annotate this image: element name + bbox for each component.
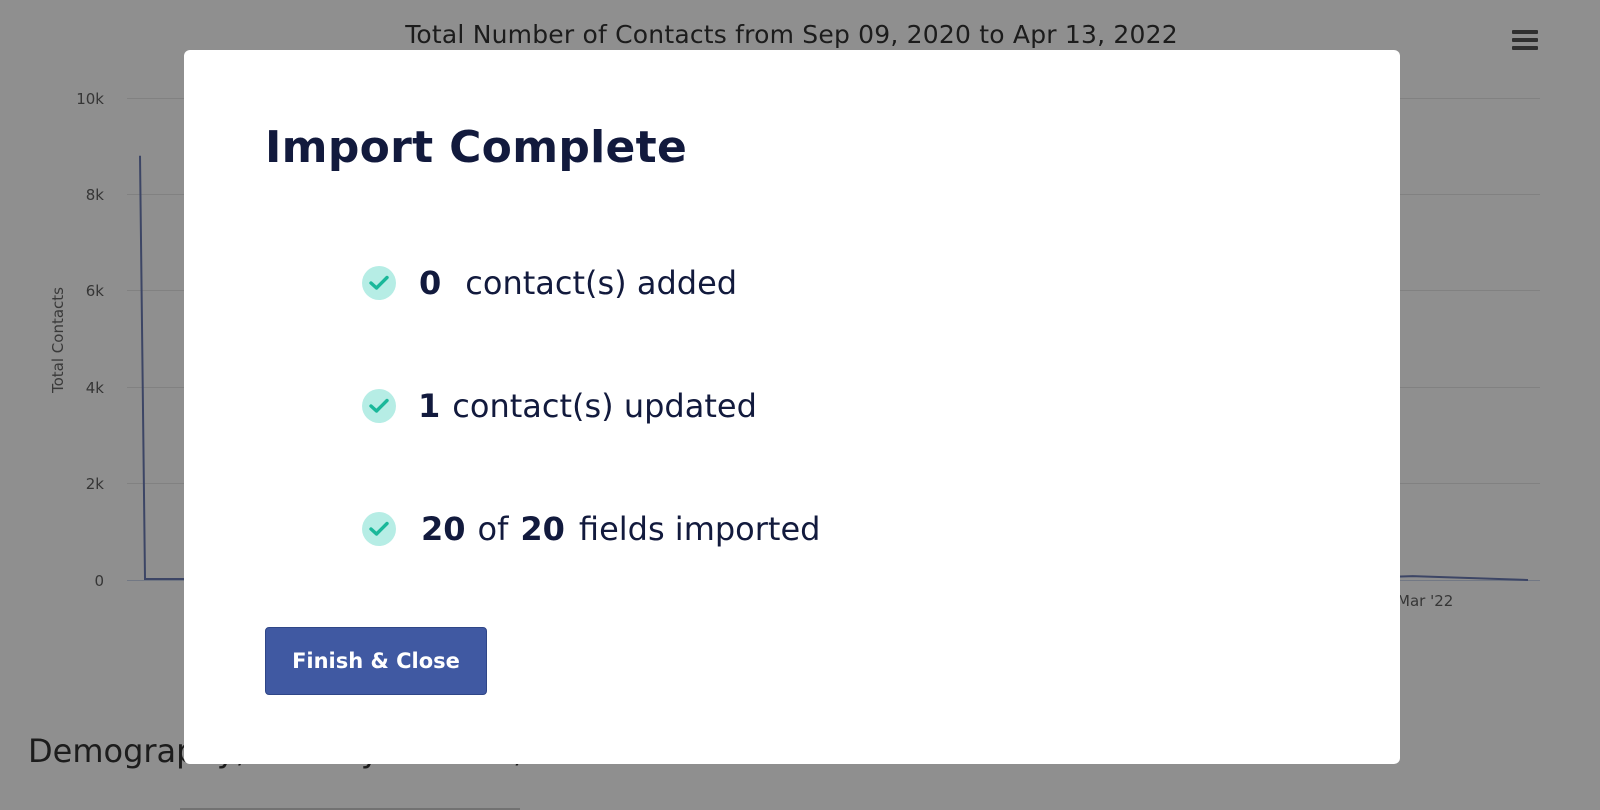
fields-imported-label: fields imported bbox=[578, 510, 821, 548]
import-complete-dialog: Import Complete 0 contact(s) added 1 con… bbox=[184, 50, 1400, 764]
check-icon bbox=[362, 266, 396, 300]
modal-title: Import Complete bbox=[265, 122, 688, 173]
added-label: contact(s) added bbox=[465, 264, 738, 302]
fields-imported-count: 20 bbox=[421, 510, 466, 548]
fields-total-count: 20 bbox=[520, 510, 565, 548]
finish-close-button[interactable]: Finish & Close bbox=[265, 627, 487, 695]
updated-count: 1 bbox=[418, 387, 441, 425]
result-fields-imported: 20 of 20 fields imported bbox=[362, 509, 820, 549]
check-icon bbox=[362, 512, 396, 546]
check-icon bbox=[362, 389, 396, 423]
result-contacts-updated: 1 contact(s) updated bbox=[362, 386, 757, 426]
updated-label: contact(s) updated bbox=[452, 387, 757, 425]
added-count: 0 bbox=[419, 264, 442, 302]
result-contacts-added: 0 contact(s) added bbox=[362, 263, 737, 303]
fields-of-text: of bbox=[477, 510, 509, 548]
